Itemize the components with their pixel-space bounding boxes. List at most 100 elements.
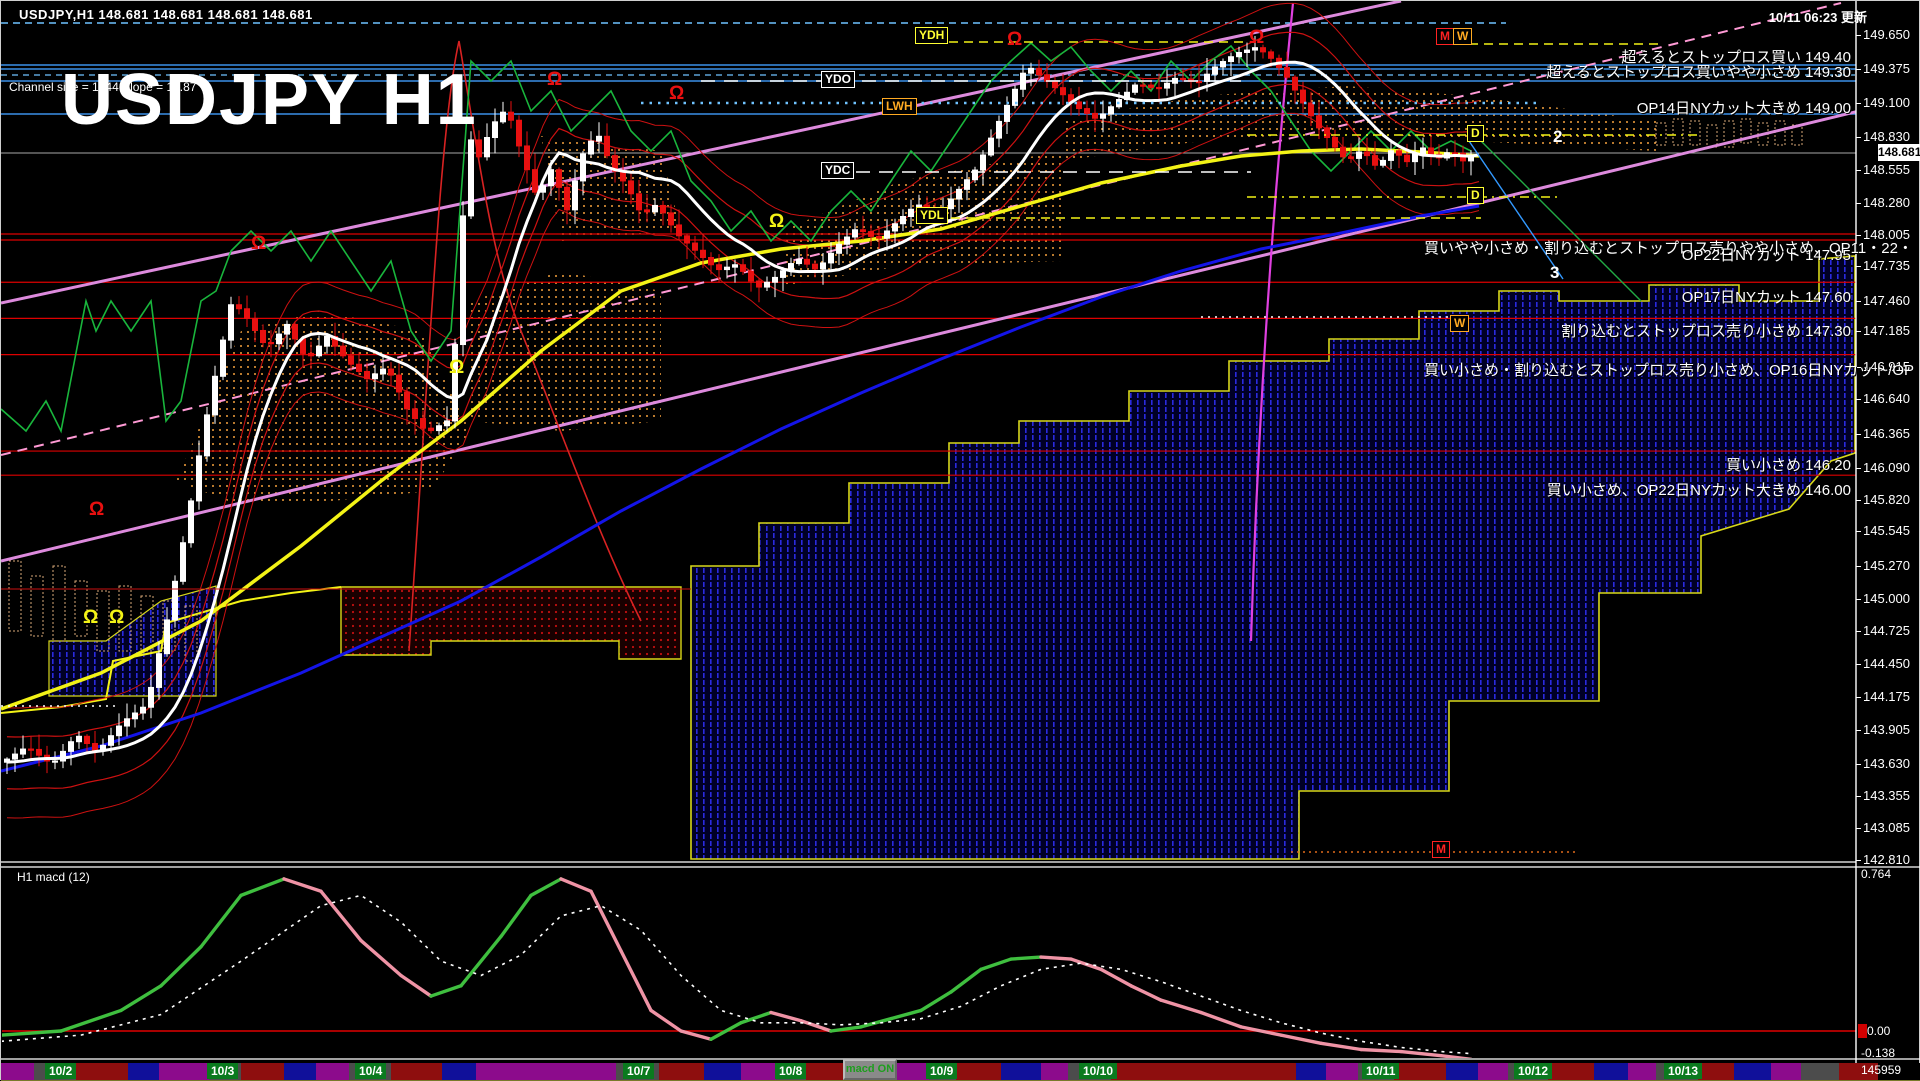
price-tick-mark — [1856, 137, 1861, 138]
signal-symbol-red: Ω — [669, 83, 684, 105]
price-tick-mark — [1856, 35, 1861, 36]
symbol-ohlc-line: USDJPY,H1 148.681 148.681 148.681 148.68… — [19, 7, 313, 22]
macd-axis-value: 0.00 — [1867, 1024, 1890, 1038]
pivot-badge-m: M — [1436, 28, 1454, 45]
wave-number: 2 — [1553, 127, 1562, 147]
signal-symbol-yellow: Ω — [449, 357, 464, 379]
price-tick-label: 147.460 — [1863, 293, 1910, 308]
price-tick-label: 149.650 — [1863, 27, 1910, 42]
price-tick-label: 148.830 — [1863, 129, 1910, 144]
order-annotation: 買い小さめ 146.20 — [1726, 454, 1851, 475]
signal-symbol-yellow: Ω — [83, 607, 98, 629]
price-tick-mark — [1856, 103, 1861, 104]
price-tick-mark — [1856, 235, 1861, 236]
session-segment — [1, 1063, 34, 1080]
macd-zero-marker — [1858, 1024, 1867, 1038]
macd-toggle-button[interactable]: macd ON — [843, 1059, 897, 1080]
session-segment — [391, 1063, 442, 1080]
price-tick-mark — [1856, 764, 1861, 765]
session-segment — [704, 1063, 741, 1080]
signal-symbol-red: Ω — [1249, 27, 1264, 49]
session-segment — [1698, 1063, 1734, 1080]
price-tick-mark — [1856, 664, 1861, 665]
session-segment — [76, 1063, 128, 1080]
order-annotation: OP17日NYカット 147.60 — [1682, 286, 1851, 307]
session-segment — [1394, 1063, 1446, 1080]
price-tick-mark — [1856, 399, 1861, 400]
price-tick-mark — [1856, 730, 1861, 731]
price-tick-label: 143.630 — [1863, 756, 1910, 771]
price-tick-label: 147.185 — [1863, 323, 1910, 338]
signal-symbol-yellow: Ω — [109, 607, 124, 629]
price-tick-mark — [1856, 331, 1861, 332]
date-label: 10/10 — [1079, 1063, 1117, 1079]
signal-symbol-red: Ω — [251, 233, 266, 255]
price-tick-label: 146.090 — [1863, 460, 1910, 475]
price-tick-mark — [1856, 631, 1861, 632]
signal-symbol-yellow: Ω — [769, 211, 784, 233]
price-chart-canvas[interactable] — [1, 1, 1920, 1081]
price-tick-mark — [1856, 599, 1861, 600]
pivot-badge-w: W — [1453, 28, 1472, 45]
session-segment — [1548, 1063, 1594, 1080]
price-tick-label: 145.820 — [1863, 492, 1910, 507]
order-annotation: 割り込むとストップロス売り小さめ 147.30 — [1561, 320, 1851, 341]
price-tick-label: 145.545 — [1863, 523, 1910, 538]
session-segment — [1801, 1063, 1839, 1080]
order-annotation: 買い小さめ・割り込むとストップロス売り小さめ、OP16日NYカット/OP — [1424, 359, 1914, 380]
date-label: 10/2 — [45, 1063, 76, 1079]
price-tick-label: 149.100 — [1863, 95, 1910, 110]
session-segment — [956, 1063, 1001, 1080]
session-segment — [241, 1063, 284, 1080]
session-segment — [1771, 1063, 1801, 1080]
price-tick-mark — [1856, 266, 1861, 267]
session-segment — [1001, 1063, 1041, 1080]
date-label: 10/12 — [1514, 1063, 1552, 1079]
wave-number: 3 — [1550, 263, 1559, 283]
price-tick-label: 144.450 — [1863, 656, 1910, 671]
session-segment — [316, 1063, 349, 1080]
session-segment — [1594, 1063, 1628, 1080]
session-segment — [128, 1063, 159, 1080]
pivot-badge-m: M — [1432, 841, 1450, 858]
pivot-badge-d: D — [1467, 125, 1484, 142]
price-tick-label: 148.555 — [1863, 162, 1910, 177]
last-updated-label: 10/11 06:23 更新 — [1769, 7, 1867, 26]
date-label: 10/7 — [623, 1063, 654, 1079]
session-time-strip[interactable] — [1, 1063, 1920, 1080]
price-tick-label: 147.735 — [1863, 258, 1910, 273]
signal-symbol-red: Ω — [547, 69, 562, 91]
price-tick-mark — [1856, 468, 1861, 469]
macd-axis-value: 0.764 — [1861, 867, 1891, 881]
price-tick-mark — [1856, 860, 1861, 861]
current-price-box: 148.681 — [1878, 144, 1920, 161]
pivot-badge-d: D — [1467, 187, 1484, 204]
price-tick-mark — [1856, 500, 1861, 501]
price-tick-mark — [1856, 531, 1861, 532]
price-tick-mark — [1856, 170, 1861, 171]
date-label: 10/4 — [355, 1063, 386, 1079]
session-segment — [1111, 1063, 1296, 1080]
price-tick-label: 148.280 — [1863, 195, 1910, 210]
session-segment — [1326, 1063, 1358, 1080]
session-segment — [741, 1063, 776, 1080]
price-tick-mark — [1856, 697, 1861, 698]
date-label: 10/8 — [775, 1063, 806, 1079]
session-segment — [284, 1063, 316, 1080]
session-segment — [659, 1063, 704, 1080]
date-label: 10/9 — [926, 1063, 957, 1079]
price-tick-mark — [1856, 828, 1861, 829]
session-segment — [442, 1063, 476, 1080]
price-tick-mark — [1856, 796, 1861, 797]
pivot-badge-ydc: YDC — [821, 162, 854, 179]
pivot-badge-ydh: YDH — [915, 27, 948, 44]
price-tick-label: 145.000 — [1863, 591, 1910, 606]
session-segment — [1041, 1063, 1068, 1080]
pivot-badge-lwh: LWH — [882, 98, 917, 115]
macd-axis-value: -0.138 — [1861, 1046, 1895, 1060]
price-tick-label: 142.810 — [1863, 852, 1910, 867]
macd-axis-value: 145959 — [1861, 1063, 1901, 1077]
price-tick-label: 143.355 — [1863, 788, 1910, 803]
chart-window: USDJPY,H1 148.681 148.681 148.681 148.68… — [0, 0, 1920, 1080]
session-segment — [1628, 1063, 1656, 1080]
